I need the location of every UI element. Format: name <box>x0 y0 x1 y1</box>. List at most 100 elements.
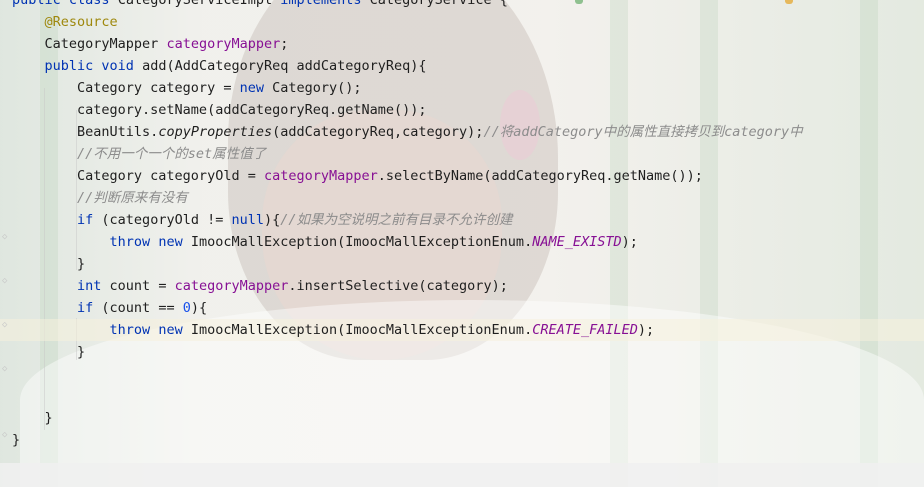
code-token: copyProperties <box>158 124 273 140</box>
code-line-text: public class CategoryServiceImpl impleme… <box>12 0 508 11</box>
code-token: ); <box>621 234 638 250</box>
code-token: CREATE_FAILED <box>532 322 638 338</box>
code-token: category.setName(addCategoryReq.getName(… <box>12 102 427 118</box>
code-token: 0 <box>182 300 191 316</box>
code-token: BeanUtils. <box>12 124 159 140</box>
code-line-text: int count = categoryMapper.insertSelecti… <box>12 275 508 297</box>
code-line[interactable]: //判断原来有没有 <box>0 187 924 209</box>
code-line[interactable] <box>0 385 924 407</box>
code-line[interactable]: BeanUtils.copyProperties(addCategoryReq,… <box>0 121 924 143</box>
code-token: new <box>239 80 273 96</box>
code-line[interactable]: @Resource <box>0 11 924 33</box>
top-status-indicator <box>575 0 583 4</box>
code-line[interactable]: int count = categoryMapper.insertSelecti… <box>0 275 924 297</box>
code-token: categoryMapper <box>174 278 289 294</box>
code-line[interactable]: } <box>0 253 924 275</box>
code-editor[interactable]: public class CategoryServiceImpl impleme… <box>0 0 924 470</box>
code-line[interactable]: } <box>0 429 924 451</box>
code-token: implements <box>280 0 370 8</box>
code-line[interactable]: //不用一个一个的set属性值了 <box>0 143 924 165</box>
code-line-text: //不用一个一个的set属性值了 <box>12 143 266 165</box>
code-line-text: //判断原来有没有 <box>12 187 188 209</box>
code-token: Category category = <box>12 80 240 96</box>
code-token: categoryMapper <box>166 36 281 52</box>
fold-marker-icon[interactable]: ◇ <box>2 232 10 242</box>
code-token: //如果为空说明之前有目录不允许创建 <box>280 212 513 228</box>
code-line[interactable]: throw new ImoocMallException(ImoocMallEx… <box>0 231 924 253</box>
code-line-text: if (count == 0){ <box>12 297 207 319</box>
code-token: (categoryOld != <box>101 212 232 228</box>
code-token: //不用一个一个的set属性值了 <box>77 146 267 162</box>
code-token: class <box>68 0 118 8</box>
code-line-text: @Resource <box>12 11 118 33</box>
code-line-text: Category category = new Category(); <box>12 77 362 99</box>
code-line[interactable]: } <box>0 407 924 429</box>
code-line-text: } <box>12 407 53 429</box>
code-line-text: } <box>12 429 20 451</box>
code-line-text: throw new ImoocMallException(ImoocMallEx… <box>12 231 638 253</box>
code-line-text: category.setName(addCategoryReq.getName(… <box>12 99 427 121</box>
top-status-indicator <box>785 0 793 4</box>
code-token: //将addCategory中的属性直接拷贝到category中 <box>483 124 803 140</box>
code-token: if <box>77 212 102 228</box>
code-token: (count == <box>101 300 183 316</box>
code-token: public <box>12 0 69 8</box>
code-token: NAME_EXISTD <box>532 234 622 250</box>
fold-marker-icon[interactable]: ◇ <box>2 430 10 440</box>
code-line[interactable]: Category category = new Category(); <box>0 77 924 99</box>
code-token: CategoryMapper <box>12 36 167 52</box>
code-line[interactable]: CategoryMapper categoryMapper; <box>0 33 924 55</box>
code-token: public void <box>44 58 143 74</box>
code-token: null <box>231 212 264 228</box>
code-token: throw new <box>109 234 191 250</box>
code-token: categoryMapper <box>263 168 378 184</box>
code-token: Category(); <box>272 80 362 96</box>
code-token: Category categoryOld = <box>12 168 264 184</box>
fold-marker-icon[interactable]: ◇ <box>2 276 10 286</box>
code-token: ){ <box>263 212 281 228</box>
code-token: //判断原来有没有 <box>77 190 188 206</box>
code-token: ImoocMallException(ImoocMallExceptionEnu… <box>190 322 533 338</box>
code-line[interactable]: if (categoryOld != null){//如果为空说明之前有目录不允… <box>0 209 924 231</box>
code-line-text: if (categoryOld != null){//如果为空说明之前有目录不允… <box>12 209 513 231</box>
code-token: ; <box>280 36 289 52</box>
code-token: throw new <box>109 322 191 338</box>
code-line-text: throw new ImoocMallException(ImoocMallEx… <box>12 319 655 341</box>
code-token: @Resource <box>44 14 118 30</box>
code-line[interactable]: Category categoryOld = categoryMapper.se… <box>0 165 924 187</box>
code-token: } <box>12 432 21 448</box>
code-line-text: Category categoryOld = categoryMapper.se… <box>12 165 703 187</box>
code-line-text: } <box>12 253 85 275</box>
code-token: CategoryServiceImpl <box>117 0 281 8</box>
code-token: if <box>77 300 102 316</box>
fold-marker-icon[interactable]: ◇ <box>2 364 10 374</box>
code-token: } <box>12 410 53 426</box>
code-line[interactable] <box>0 363 924 385</box>
code-token: ){ <box>190 300 208 316</box>
code-token: (addCategoryReq,category); <box>272 124 484 140</box>
fold-marker-icon[interactable]: ◇ <box>2 320 10 330</box>
code-line-text: BeanUtils.copyProperties(addCategoryReq,… <box>12 121 803 143</box>
code-token: } <box>12 256 86 272</box>
code-line[interactable]: if (count == 0){ <box>0 297 924 319</box>
code-token: .insertSelective(category); <box>288 278 508 294</box>
code-token: count = <box>109 278 175 294</box>
code-line[interactable]: category.setName(addCategoryReq.getName(… <box>0 99 924 121</box>
code-line[interactable]: } <box>0 341 924 363</box>
current-code-line[interactable]: throw new ImoocMallException(ImoocMallEx… <box>0 319 924 341</box>
code-line-text: public void add(AddCategoryReq addCatego… <box>12 55 427 77</box>
code-token: } <box>12 344 86 360</box>
code-token: int <box>77 278 110 294</box>
code-line[interactable]: public void add(AddCategoryReq addCatego… <box>0 55 924 77</box>
code-line-text: CategoryMapper categoryMapper; <box>12 33 289 55</box>
code-token: add(AddCategoryReq addCategoryReq){ <box>142 58 427 74</box>
code-token: ImoocMallException(ImoocMallExceptionEnu… <box>190 234 533 250</box>
